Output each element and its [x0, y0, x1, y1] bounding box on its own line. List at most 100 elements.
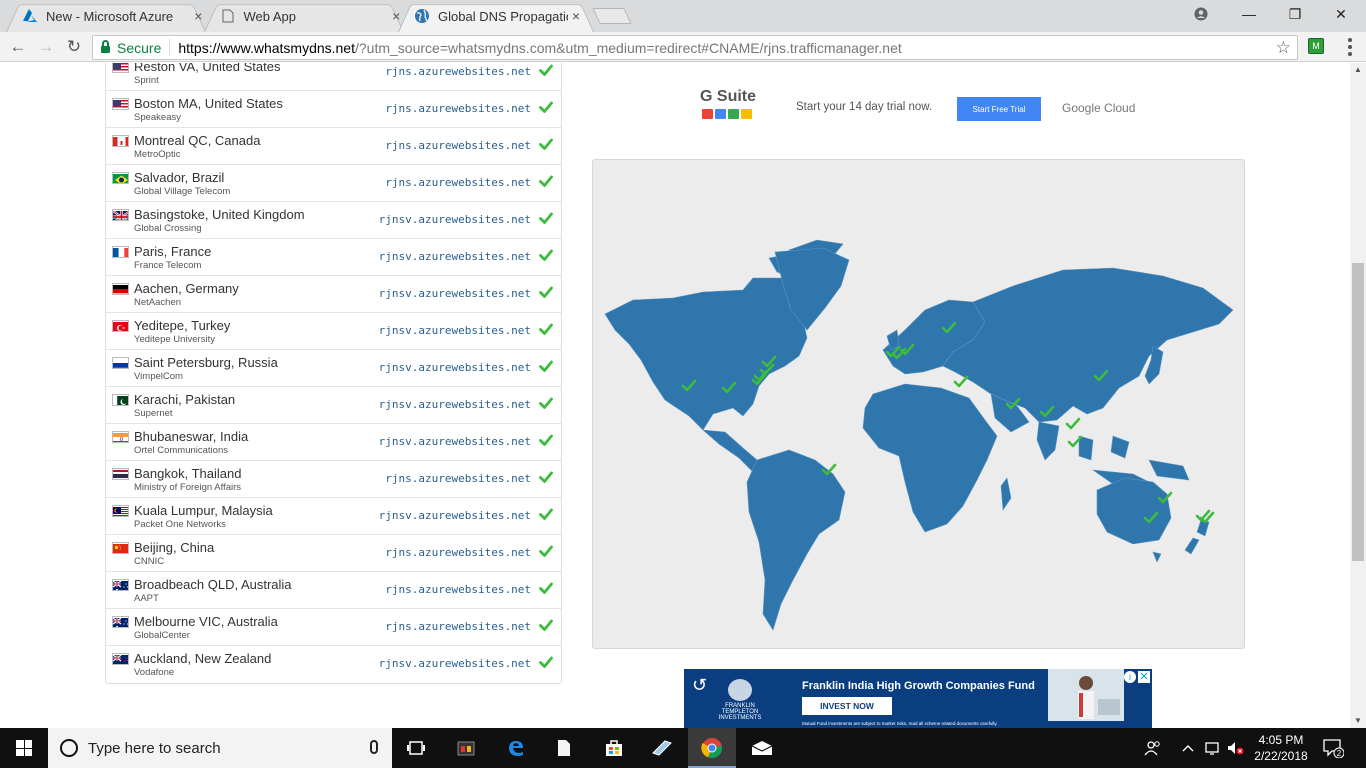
result-location: Aachen, Germany [134, 281, 239, 296]
result-location: Beijing, China [134, 540, 215, 555]
close-window-button[interactable]: ✕ [1318, 0, 1364, 28]
close-icon[interactable]: × [568, 8, 584, 24]
tab-title: Global DNS Propagation [438, 8, 568, 24]
invest-now-button[interactable]: INVEST NOW [802, 697, 892, 715]
tab-web-app[interactable]: Web App × [204, 0, 404, 32]
result-row[interactable]: Kuala Lumpur, Malaysia Packet One Network… [106, 498, 561, 535]
result-row[interactable]: Boston MA, United States Speakeasy rjns.az… [106, 91, 561, 128]
check-icon [539, 655, 553, 669]
result-row[interactable]: Yeditepe, Turkey Yeditepe University rjnsv… [106, 313, 561, 350]
check-icon [539, 322, 553, 336]
minimize-button[interactable]: — [1226, 0, 1272, 28]
check-icon [539, 100, 553, 114]
result-row[interactable]: Bangkok, Thailand Ministry of Foreign Aff… [106, 461, 561, 498]
medal-icon [728, 679, 752, 701]
start-button[interactable] [0, 728, 48, 768]
taskbar-search[interactable]: Type here to search [48, 728, 392, 768]
result-row[interactable]: Salvador, Brazil Global Village Telecom rj… [106, 165, 561, 202]
scroll-up-arrow-icon[interactable]: ▲ [1350, 63, 1366, 77]
people-icon[interactable] [1144, 728, 1162, 768]
close-icon[interactable]: × [389, 8, 404, 24]
chrome-menu-icon[interactable] [1342, 38, 1358, 56]
check-icon [539, 63, 553, 77]
result-value: rjns.azurewebsites.net [385, 176, 531, 189]
result-value: rjns.azurewebsites.net [385, 65, 531, 78]
url-text[interactable]: https://www.whatsmydns.net/?utm_source=w… [170, 40, 901, 56]
gsuite-ad[interactable]: G Suite Start your 14 day trial now. Sta… [700, 88, 1140, 128]
address-bar[interactable]: Secure https://www.whatsmydns.net/?utm_s… [92, 35, 1298, 60]
windows-logo-icon [16, 740, 32, 756]
clock-date: 2/22/2018 [1254, 749, 1308, 763]
result-location: Karachi, Pakistan [134, 392, 236, 407]
result-value: rjnsv.azurewebsites.net [378, 398, 531, 411]
result-row[interactable]: Karachi, Pakistan Supernet rjnsv.azurewebs… [106, 387, 561, 424]
result-row[interactable]: Beijing, China CNNIC rjns.azurewebsites.ne… [106, 535, 561, 572]
task-view-icon[interactable] [392, 728, 440, 768]
result-location: Bangkok, Thailand [134, 466, 242, 481]
chrome-icon[interactable] [688, 728, 736, 768]
result-isp: VimpelCom [134, 371, 183, 382]
result-row[interactable]: Broadbeach QLD, Australia AAPT rjns.azurew… [106, 572, 561, 609]
search-placeholder: Type here to search [88, 739, 221, 757]
microphone-icon[interactable] [370, 740, 378, 754]
info-icon[interactable]: i [1124, 671, 1136, 683]
back-arrow-icon[interactable]: ← [6, 36, 30, 58]
check-icon [539, 618, 553, 632]
tab-azure[interactable]: New - Microsoft Azure × [6, 0, 206, 32]
close-icon[interactable]: × [191, 8, 206, 24]
scroll-down-arrow-icon[interactable]: ▼ [1350, 714, 1366, 728]
volume-muted-icon[interactable] [1226, 728, 1244, 768]
maximize-button[interactable]: ❐ [1272, 0, 1318, 28]
page-scrollbar[interactable]: ▲ ▼ [1350, 63, 1366, 728]
result-row[interactable]: Paris, France France Telecom rjnsv.azurewe… [106, 239, 561, 276]
flag-de-icon [112, 283, 129, 295]
result-location: Basingstoke, United Kingdom [134, 207, 305, 222]
snipping-tool-icon[interactable] [638, 728, 686, 768]
result-row[interactable]: Bhubaneswar, India Ortel Communications rj… [106, 424, 561, 461]
action-center-icon[interactable]: 2 [1322, 738, 1345, 759]
result-isp: Global Village Telecom [134, 186, 231, 197]
start-free-trial-button[interactable]: Start Free Trial [957, 97, 1041, 121]
result-isp: Speakeasy [134, 112, 182, 123]
chevron-up-icon[interactable] [1182, 728, 1194, 768]
new-tab-button[interactable] [592, 8, 632, 24]
taskbar-clock[interactable]: 4:05 PM 2/22/2018 [1248, 732, 1314, 764]
tab-dns-propagation[interactable]: Global DNS Propagation × [398, 0, 594, 32]
continents [604, 239, 1234, 631]
network-icon[interactable] [1204, 728, 1222, 768]
franklin-templeton-ad[interactable]: ↺ FRANKLIN TEMPLETON INVESTMENTS Frankli… [684, 669, 1152, 728]
secure-label: Secure [117, 39, 162, 56]
file-icon[interactable] [540, 728, 588, 768]
scrollbar-thumb[interactable] [1352, 263, 1364, 561]
result-row[interactable]: Reston VA, United States Sprint rjns.azure… [106, 63, 561, 91]
result-isp: Vodafone [134, 667, 175, 678]
extension-icon[interactable]: M [1308, 38, 1324, 54]
result-row[interactable]: Montreal QC, Canada MetroOptic rjns.azurew… [106, 128, 561, 165]
result-row[interactable]: Auckland, New Zealand Vodafone rjnsv.azure… [106, 646, 561, 683]
store-icon[interactable] [590, 728, 638, 768]
tab-title: Web App [243, 8, 296, 24]
profile-icon[interactable] [1178, 0, 1224, 28]
result-row[interactable]: Basingstoke, United Kingdom Global Crossi… [106, 202, 561, 239]
bookmark-star-icon[interactable]: ☆ [1276, 38, 1291, 58]
document-icon [220, 8, 235, 24]
secure-indicator[interactable]: Secure [93, 39, 171, 56]
flag-us-icon [112, 98, 129, 110]
result-row[interactable]: Aachen, Germany NetAachen rjnsv.azurewebsi… [106, 276, 561, 313]
result-row[interactable]: Melbourne VIC, Australia GlobalCenter rjns… [106, 609, 561, 646]
clock-time: 4:05 PM [1258, 733, 1304, 747]
app-icon[interactable] [442, 728, 490, 768]
mail-icon[interactable] [738, 728, 786, 768]
result-value: rjns.azurewebsites.net [385, 139, 531, 152]
ad-title: Franklin India High Growth Companies Fun… [802, 680, 1035, 692]
result-value: rjnsv.azurewebsites.net [378, 509, 531, 522]
close-icon[interactable]: ✕ [1138, 671, 1150, 683]
reload-icon[interactable]: ↻ [62, 36, 86, 58]
result-row[interactable]: Saint Petersburg, Russia VimpelCom rjnsv.a… [106, 350, 561, 387]
forward-arrow-icon[interactable]: → [34, 36, 58, 58]
ad-brand: FRANKLIN TEMPLETON INVESTMENTS [718, 703, 762, 721]
flag-ca-icon [112, 135, 129, 147]
flag-ru-icon [112, 357, 129, 369]
replay-icon[interactable]: ↺ [692, 675, 707, 696]
edge-icon[interactable] [492, 728, 540, 768]
